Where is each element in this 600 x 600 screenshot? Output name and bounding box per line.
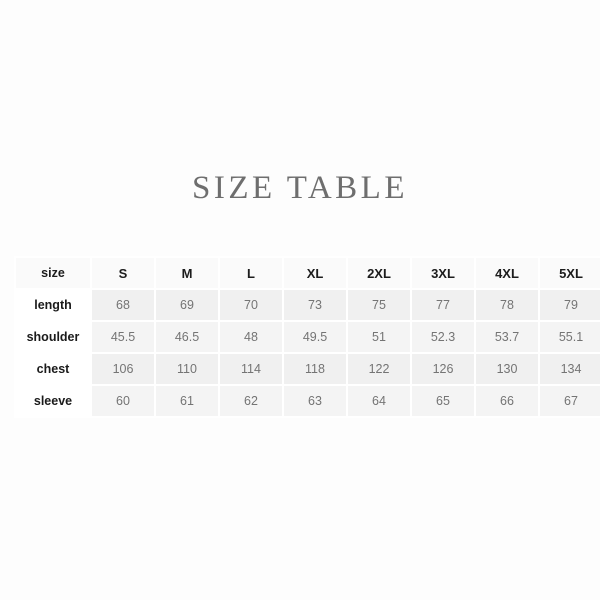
cell-shoulder-5xl: 55.1 <box>540 322 600 352</box>
cell-length-4xl: 78 <box>476 290 538 320</box>
cell-shoulder-4xl: 53.7 <box>476 322 538 352</box>
cell-chest-xl: 118 <box>284 354 346 384</box>
cell-sleeve-m: 61 <box>156 386 218 416</box>
row-label-shoulder: shoulder <box>16 322 90 352</box>
table-header-row: size S M L XL 2XL 3XL 4XL 5XL <box>16 258 600 288</box>
table-header-2xl: 2XL <box>348 258 410 288</box>
table-header-size-label: size <box>16 258 90 288</box>
cell-shoulder-s: 45.5 <box>92 322 154 352</box>
cell-length-5xl: 79 <box>540 290 600 320</box>
cell-length-s: 68 <box>92 290 154 320</box>
size-chart-page: SIZE TABLE size S M L XL 2XL 3XL 4XL 5XL length 6… <box>0 0 600 600</box>
cell-chest-3xl: 126 <box>412 354 474 384</box>
cell-shoulder-2xl: 51 <box>348 322 410 352</box>
cell-length-3xl: 77 <box>412 290 474 320</box>
cell-sleeve-xl: 63 <box>284 386 346 416</box>
cell-sleeve-4xl: 66 <box>476 386 538 416</box>
cell-shoulder-xl: 49.5 <box>284 322 346 352</box>
cell-sleeve-3xl: 65 <box>412 386 474 416</box>
table-head: size S M L XL 2XL 3XL 4XL 5XL <box>16 258 600 288</box>
table-body: length 68 69 70 73 75 77 78 79 shoulder 45.5 46.5 48… <box>16 290 600 416</box>
cell-shoulder-m: 46.5 <box>156 322 218 352</box>
cell-chest-s: 106 <box>92 354 154 384</box>
cell-shoulder-3xl: 52.3 <box>412 322 474 352</box>
cell-sleeve-l: 62 <box>220 386 282 416</box>
table-row: sleeve 60 61 62 63 64 65 66 67 <box>16 386 600 416</box>
table-row: length 68 69 70 73 75 77 78 79 <box>16 290 600 320</box>
cell-chest-4xl: 130 <box>476 354 538 384</box>
table-header-4xl: 4XL <box>476 258 538 288</box>
table-header-xl: XL <box>284 258 346 288</box>
size-table: size S M L XL 2XL 3XL 4XL 5XL length 68 69 70 73 75 77… <box>14 256 600 418</box>
table-header-m: M <box>156 258 218 288</box>
table-header-l: L <box>220 258 282 288</box>
cell-chest-5xl: 134 <box>540 354 600 384</box>
title-block: SIZE TABLE <box>0 168 600 208</box>
page-title: SIZE TABLE <box>192 170 408 206</box>
cell-chest-l: 114 <box>220 354 282 384</box>
row-label-chest: chest <box>16 354 90 384</box>
table-header-3xl: 3XL <box>412 258 474 288</box>
row-label-sleeve: sleeve <box>16 386 90 416</box>
cell-length-m: 69 <box>156 290 218 320</box>
table-row: chest 106 110 114 118 122 126 130 134 <box>16 354 600 384</box>
cell-sleeve-2xl: 64 <box>348 386 410 416</box>
cell-length-2xl: 75 <box>348 290 410 320</box>
size-table-container: size S M L XL 2XL 3XL 4XL 5XL length 68 69 70 73 75 77… <box>14 256 600 418</box>
cell-shoulder-l: 48 <box>220 322 282 352</box>
cell-chest-2xl: 122 <box>348 354 410 384</box>
table-row: shoulder 45.5 46.5 48 49.5 51 52.3 53.7 55.1 <box>16 322 600 352</box>
cell-length-l: 70 <box>220 290 282 320</box>
cell-sleeve-5xl: 67 <box>540 386 600 416</box>
cell-length-xl: 73 <box>284 290 346 320</box>
cell-sleeve-s: 60 <box>92 386 154 416</box>
cell-chest-m: 110 <box>156 354 218 384</box>
row-label-length: length <box>16 290 90 320</box>
table-header-5xl: 5XL <box>540 258 600 288</box>
table-header-s: S <box>92 258 154 288</box>
